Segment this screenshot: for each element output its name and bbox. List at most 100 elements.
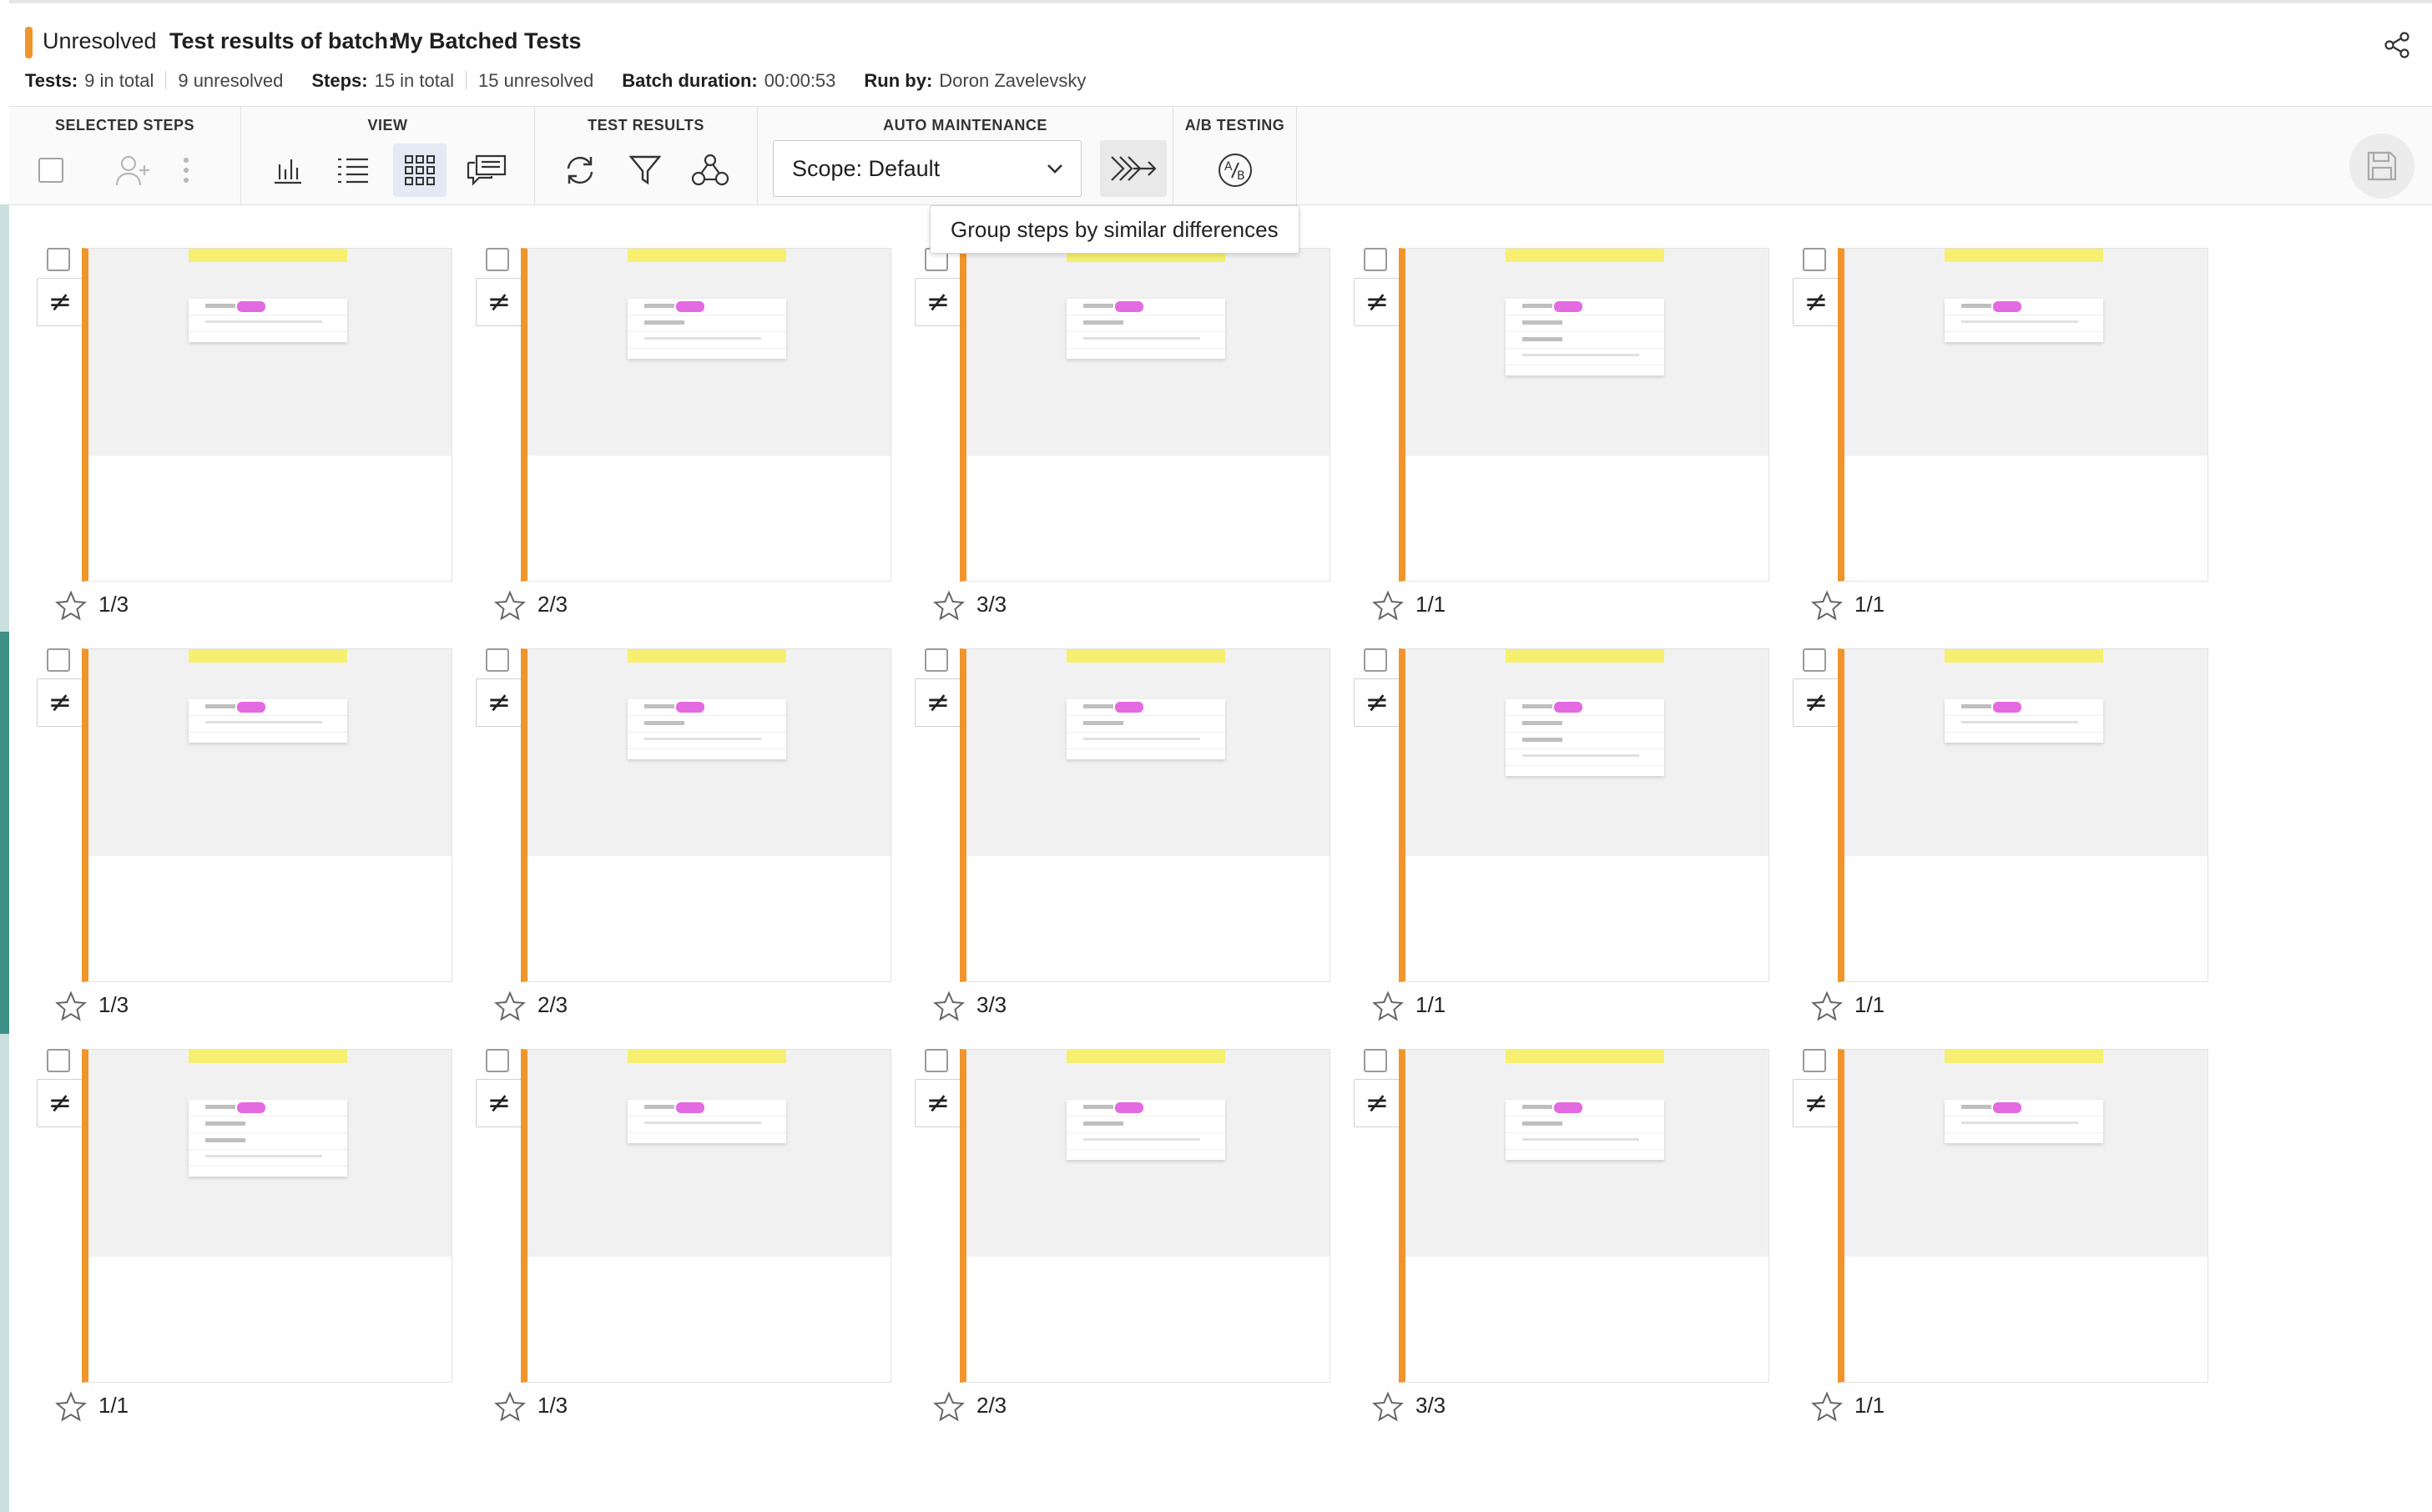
star-icon[interactable] xyxy=(1372,990,1404,1022)
step-checkbox[interactable] xyxy=(486,248,509,271)
screenshot-banner xyxy=(1506,649,1664,663)
chevron-down-icon xyxy=(1047,164,1062,174)
step-checkbox[interactable] xyxy=(1803,248,1826,271)
step-count: 2/3 xyxy=(537,592,568,617)
save-button[interactable] xyxy=(2349,134,2414,199)
app-root: Unresolved Test results of batch: My Bat… xyxy=(0,0,2432,1512)
step-checkbox[interactable] xyxy=(47,1049,70,1072)
step-thumbnail[interactable] xyxy=(521,1049,891,1383)
star-icon[interactable] xyxy=(55,590,87,622)
star-icon[interactable] xyxy=(1372,590,1404,622)
diff-icon[interactable]: ≠ xyxy=(37,678,83,727)
screenshot-banner xyxy=(628,249,786,262)
screenshot-banner xyxy=(189,649,347,663)
star-icon[interactable] xyxy=(1811,1391,1843,1423)
diff-icon[interactable]: ≠ xyxy=(915,678,961,727)
step-checkbox[interactable] xyxy=(925,1049,948,1072)
screenshot-banner xyxy=(1945,649,2103,663)
star-icon[interactable] xyxy=(494,1391,526,1423)
diff-icon[interactable]: ≠ xyxy=(1354,278,1400,326)
star-icon[interactable] xyxy=(933,990,965,1022)
step-checkbox[interactable] xyxy=(486,1049,509,1072)
step-checkbox[interactable] xyxy=(47,248,70,271)
step-card: ≠ 1/3 xyxy=(476,1049,928,1441)
star-icon[interactable] xyxy=(55,990,87,1022)
step-checkbox[interactable] xyxy=(925,648,948,672)
screenshot-banner xyxy=(1067,649,1225,663)
diff-icon[interactable]: ≠ xyxy=(1354,1079,1400,1127)
step-card: ≠ 1/1 xyxy=(37,1049,489,1441)
step-thumbnail[interactable] xyxy=(82,648,452,982)
refresh-icon[interactable] xyxy=(553,144,607,197)
step-thumbnail[interactable] xyxy=(1399,648,1769,982)
star-icon[interactable] xyxy=(1372,1391,1404,1423)
select-all-checkbox[interactable] xyxy=(24,144,78,197)
diff-icon[interactable]: ≠ xyxy=(37,278,83,326)
scope-select[interactable]: Scope: Default xyxy=(773,140,1082,197)
diff-icon[interactable]: ≠ xyxy=(1793,678,1839,727)
step-thumbnail[interactable] xyxy=(82,1049,452,1383)
grid-view-icon[interactable] xyxy=(393,144,447,197)
screenshot-preview xyxy=(1844,1050,2207,1257)
group-title: VIEW xyxy=(367,117,408,134)
comments-icon[interactable] xyxy=(460,144,513,197)
step-checkbox[interactable] xyxy=(47,648,70,672)
diff-icon[interactable]: ≠ xyxy=(37,1079,83,1127)
step-thumbnail[interactable] xyxy=(960,248,1330,582)
star-icon[interactable] xyxy=(55,1391,87,1423)
status-label: Unresolved xyxy=(43,28,157,53)
step-thumbnail[interactable] xyxy=(1399,1049,1769,1383)
filter-icon[interactable] xyxy=(618,144,672,197)
step-thumbnail[interactable] xyxy=(521,648,891,982)
diff-icon[interactable]: ≠ xyxy=(476,678,522,727)
step-checkbox[interactable] xyxy=(1803,1049,1826,1072)
star-icon[interactable] xyxy=(1811,590,1843,622)
diff-icon[interactable]: ≠ xyxy=(1354,678,1400,727)
screenshot-banner xyxy=(628,1050,786,1063)
diff-icon[interactable]: ≠ xyxy=(476,278,522,326)
diff-icon[interactable]: ≠ xyxy=(476,1079,522,1127)
assign-user-icon[interactable] xyxy=(106,144,159,197)
step-thumbnail[interactable] xyxy=(521,248,891,582)
share-icon[interactable] xyxy=(2382,30,2412,60)
more-vertical-icon[interactable] xyxy=(169,144,203,197)
diff-icon[interactable]: ≠ xyxy=(1793,278,1839,326)
step-thumbnail[interactable] xyxy=(960,648,1330,982)
screenshot-content xyxy=(189,299,347,342)
step-checkbox[interactable] xyxy=(486,648,509,672)
star-icon[interactable] xyxy=(1811,990,1843,1022)
star-icon[interactable] xyxy=(933,590,965,622)
step-thumbnail[interactable] xyxy=(1838,648,2208,982)
bar-chart-icon[interactable] xyxy=(261,144,315,197)
step-thumbnail[interactable] xyxy=(1399,248,1769,582)
screenshot-banner xyxy=(1067,1050,1225,1063)
step-card: ≠ 1/1 xyxy=(1793,248,2245,640)
tests-unresolved: 9 unresolved xyxy=(178,70,284,91)
ab-testing-icon[interactable]: A B xyxy=(1208,144,1262,197)
step-thumbnail[interactable] xyxy=(82,248,452,582)
list-view-icon[interactable] xyxy=(326,144,380,197)
save-icon xyxy=(2367,151,2397,181)
star-icon[interactable] xyxy=(494,590,526,622)
diff-icon[interactable]: ≠ xyxy=(1793,1079,1839,1127)
step-checkbox[interactable] xyxy=(1803,648,1826,672)
screenshot-preview xyxy=(88,649,452,856)
screenshot-preview xyxy=(1844,649,2207,856)
step-checkbox[interactable] xyxy=(1364,248,1387,271)
step-thumbnail[interactable] xyxy=(1838,248,2208,582)
star-icon[interactable] xyxy=(933,1391,965,1423)
step-card: ≠ 3/3 xyxy=(915,648,1367,1041)
group-title: TEST RESULTS xyxy=(588,117,704,134)
step-count: 1/1 xyxy=(1854,592,1885,617)
diff-icon[interactable]: ≠ xyxy=(915,278,961,326)
diff-icon[interactable]: ≠ xyxy=(915,1079,961,1127)
screenshot-banner xyxy=(1945,1050,2103,1063)
star-icon[interactable] xyxy=(494,990,526,1022)
step-thumbnail[interactable] xyxy=(960,1049,1330,1383)
cluster-icon[interactable] xyxy=(684,144,737,197)
step-checkbox[interactable] xyxy=(1364,648,1387,672)
step-thumbnail[interactable] xyxy=(1838,1049,2208,1383)
step-checkbox[interactable] xyxy=(1364,1049,1387,1072)
screenshot-preview xyxy=(1844,249,2207,456)
group-similar-icon[interactable] xyxy=(1100,140,1167,197)
